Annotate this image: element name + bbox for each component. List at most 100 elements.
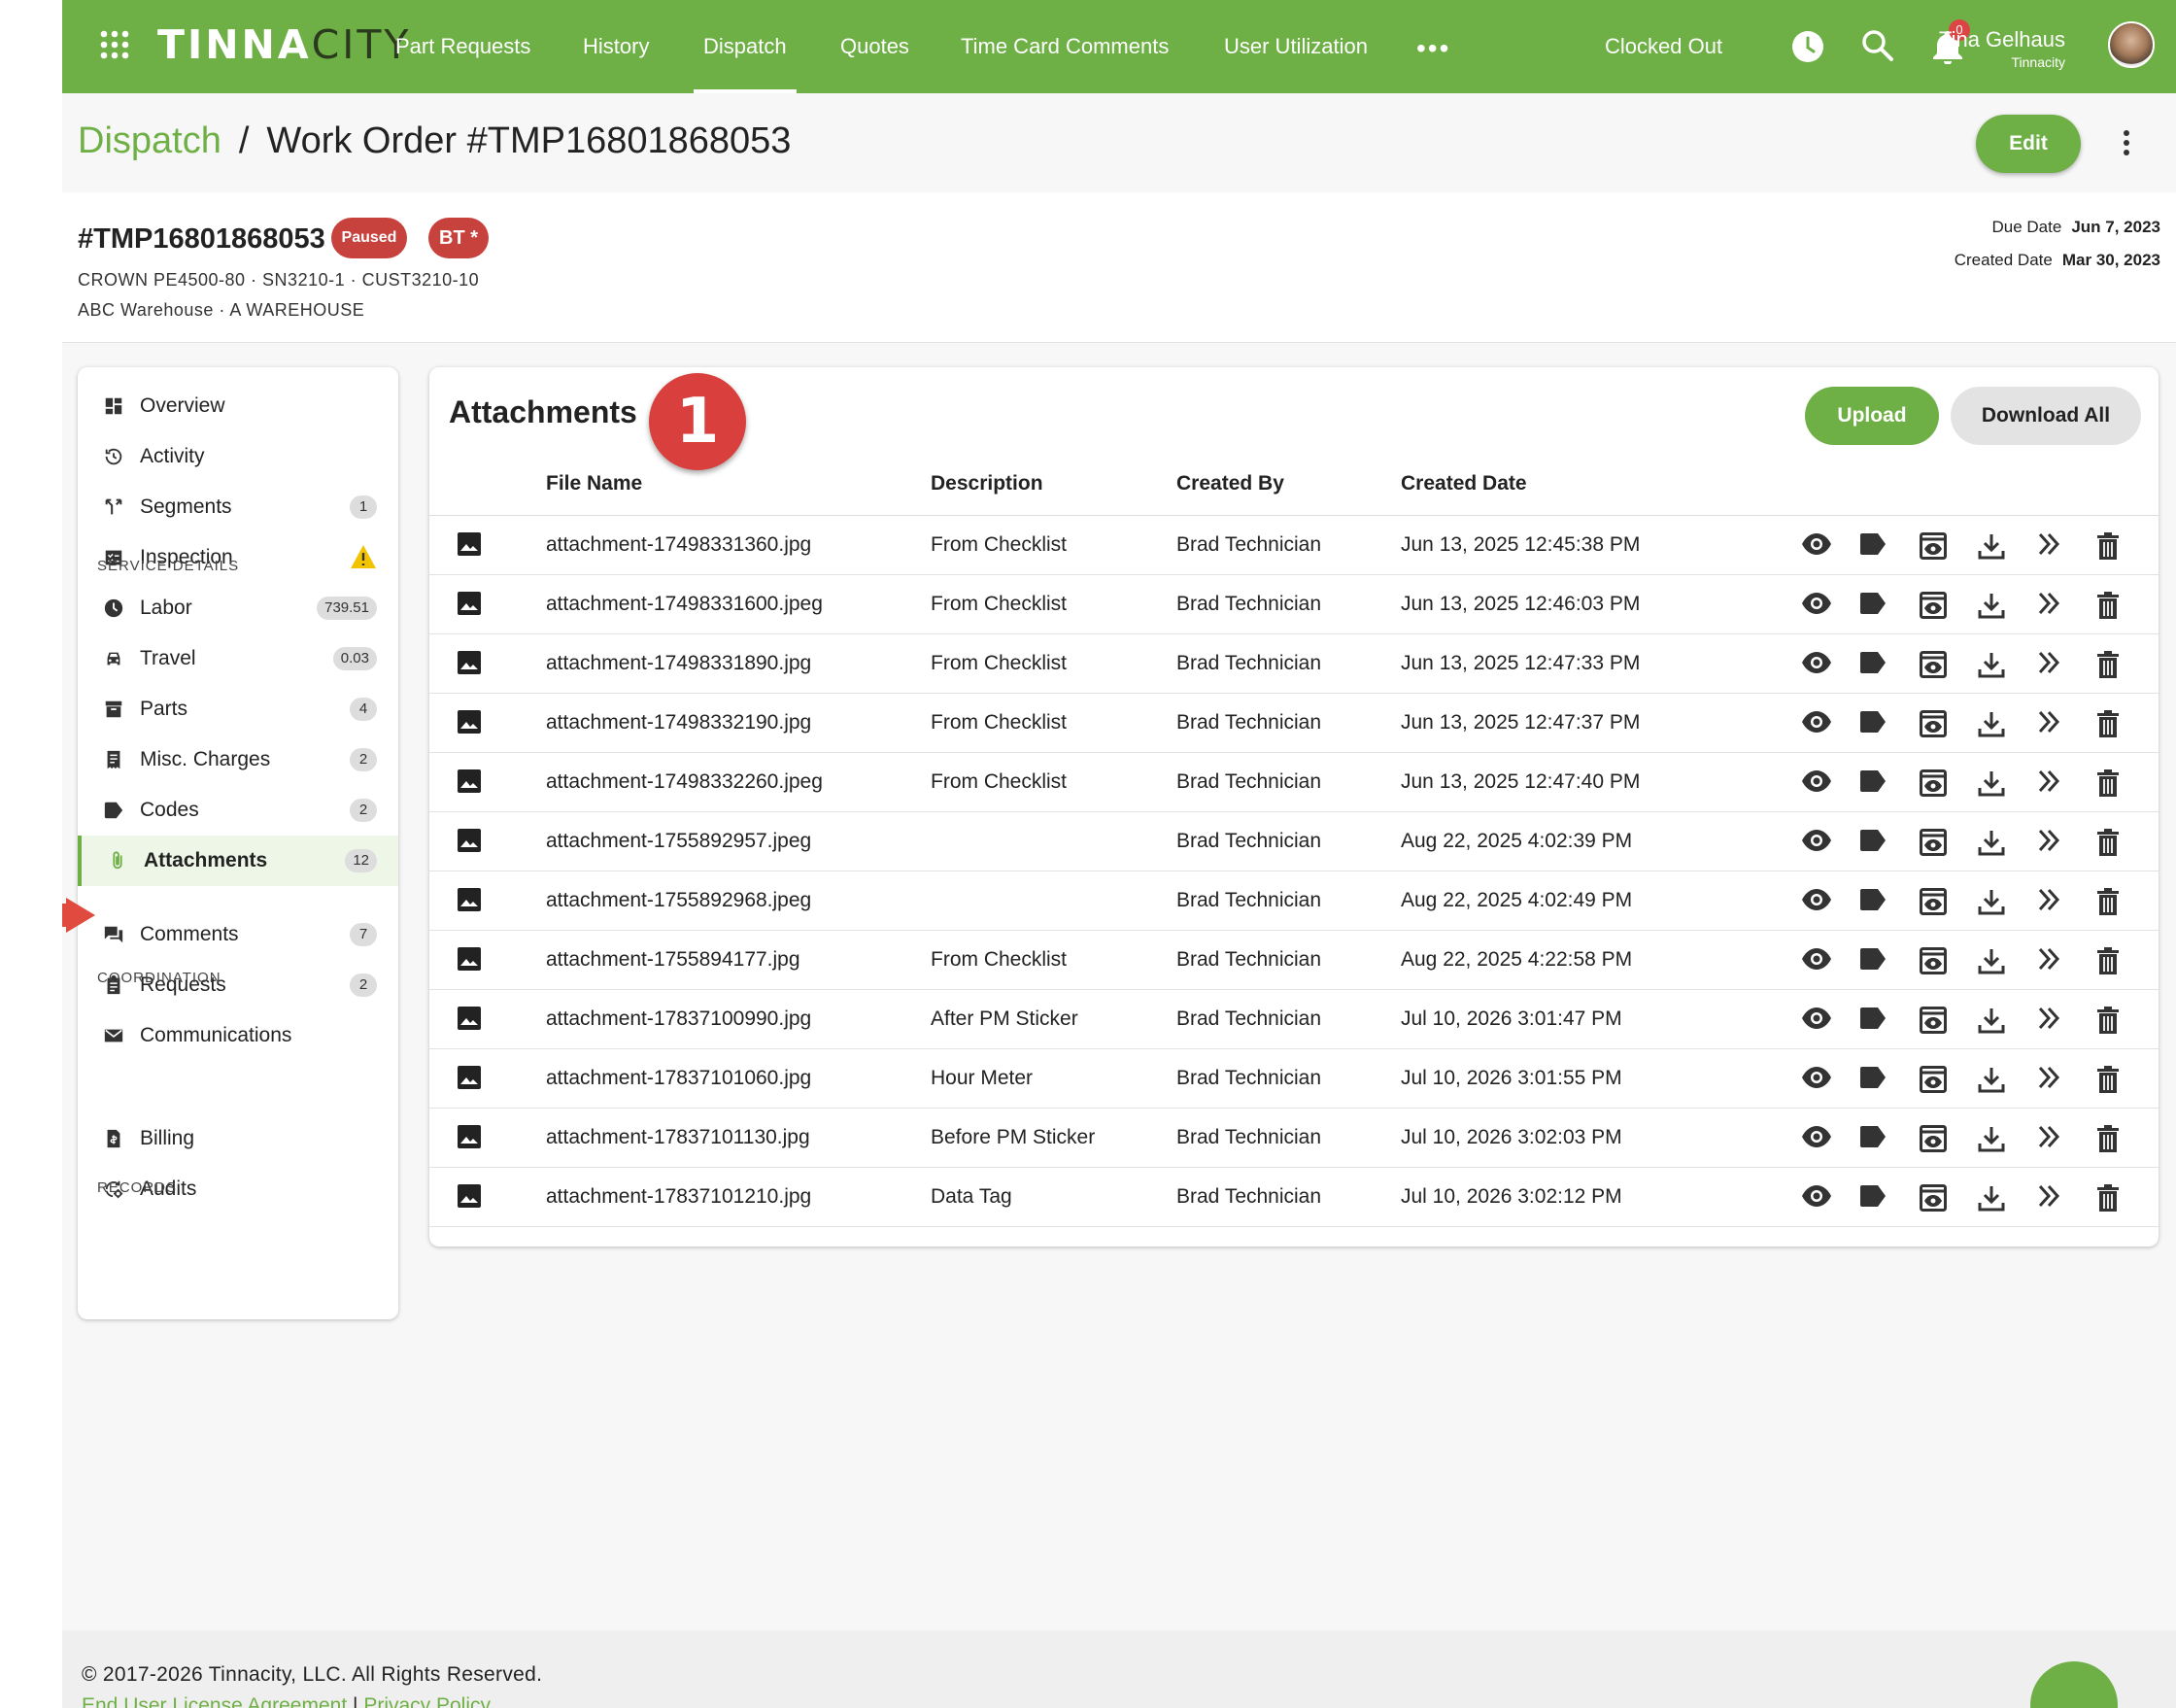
nav-dispatch[interactable]: Dispatch bbox=[694, 0, 797, 93]
trash-icon[interactable] bbox=[2096, 710, 2120, 737]
download-icon[interactable] bbox=[1978, 710, 2005, 737]
eye-icon[interactable] bbox=[1801, 769, 1832, 793]
trash-icon[interactable] bbox=[2096, 532, 2120, 560]
nav-quotes[interactable]: Quotes bbox=[840, 0, 909, 93]
tag-icon[interactable] bbox=[1859, 1066, 1887, 1089]
file-name-cell[interactable]: attachment-17837101210.jpg bbox=[546, 1185, 811, 1209]
double-chevron-icon[interactable] bbox=[2036, 1184, 2061, 1208]
double-chevron-icon[interactable] bbox=[2036, 947, 2061, 971]
trash-icon[interactable] bbox=[2096, 888, 2120, 915]
file-name-cell[interactable]: attachment-17498332260.jpeg bbox=[546, 770, 823, 794]
file-name-cell[interactable]: attachment-1755894177.jpg bbox=[546, 948, 800, 972]
eye-icon[interactable] bbox=[1801, 710, 1832, 734]
eye-icon[interactable] bbox=[1801, 1125, 1832, 1148]
table-row[interactable]: attachment-17498331360.jpg From Checklist… bbox=[429, 516, 2159, 575]
tag-icon[interactable] bbox=[1859, 651, 1887, 674]
eye-icon[interactable] bbox=[1801, 947, 1832, 971]
trash-icon[interactable] bbox=[2096, 829, 2120, 856]
table-row[interactable]: attachment-17498332260.jpeg From Checklis… bbox=[429, 753, 2159, 812]
file-name-cell[interactable]: attachment-17498331360.jpg bbox=[546, 533, 811, 557]
file-name-cell[interactable]: attachment-1755892968.jpeg bbox=[546, 889, 811, 912]
nav-time-card-comments[interactable]: Time Card Comments bbox=[961, 0, 1169, 93]
nav-user-utilization[interactable]: User Utilization bbox=[1224, 0, 1368, 93]
column-header-created-by[interactable]: Created By bbox=[1176, 472, 1284, 495]
eye-icon[interactable] bbox=[1801, 592, 1832, 615]
search-icon[interactable] bbox=[1861, 29, 1894, 62]
table-row[interactable]: attachment-17498332190.jpg From Checklist… bbox=[429, 694, 2159, 753]
preview-icon[interactable] bbox=[1920, 532, 1947, 560]
trash-icon[interactable] bbox=[2096, 769, 2120, 797]
app-grid-icon[interactable] bbox=[99, 29, 130, 60]
sidebar-item-attachments[interactable]: Attachments 12 bbox=[78, 836, 398, 886]
trash-icon[interactable] bbox=[2096, 1007, 2120, 1034]
download-icon[interactable] bbox=[1978, 829, 2005, 856]
download-icon[interactable] bbox=[1978, 1125, 2005, 1152]
download-icon[interactable] bbox=[1978, 769, 2005, 797]
file-name-cell[interactable]: attachment-17837100990.jpg bbox=[546, 1008, 811, 1031]
preview-icon[interactable] bbox=[1920, 769, 1947, 797]
privacy-policy-link[interactable]: Privacy Policy bbox=[363, 1694, 491, 1708]
preview-icon[interactable] bbox=[1920, 1007, 1947, 1034]
sidebar-item-communications[interactable]: Communications bbox=[78, 1010, 398, 1061]
column-header-file-name[interactable]: File Name bbox=[546, 472, 642, 495]
table-row[interactable]: attachment-17837101210.jpg Data Tag Brad T… bbox=[429, 1168, 2159, 1227]
trash-icon[interactable] bbox=[2096, 592, 2120, 619]
clock-status[interactable]: Clocked Out bbox=[1605, 0, 1722, 93]
download-icon[interactable] bbox=[1978, 1184, 2005, 1212]
download-icon[interactable] bbox=[1978, 651, 2005, 678]
tag-icon[interactable] bbox=[1859, 1125, 1887, 1148]
trash-icon[interactable] bbox=[2096, 651, 2120, 678]
download-icon[interactable] bbox=[1978, 947, 2005, 974]
preview-icon[interactable] bbox=[1920, 1184, 1947, 1212]
file-name-cell[interactable]: attachment-17837101130.jpg bbox=[546, 1126, 810, 1149]
double-chevron-icon[interactable] bbox=[2036, 592, 2061, 615]
double-chevron-icon[interactable] bbox=[2036, 829, 2061, 852]
sidebar-item-comments[interactable]: Comments 7 bbox=[78, 909, 398, 960]
eye-icon[interactable] bbox=[1801, 1184, 1832, 1208]
download-icon[interactable] bbox=[1978, 592, 2005, 619]
tag-icon[interactable] bbox=[1859, 769, 1887, 793]
tag-icon[interactable] bbox=[1859, 829, 1887, 852]
eye-icon[interactable] bbox=[1801, 532, 1832, 556]
nav-history[interactable]: History bbox=[583, 0, 649, 93]
eye-icon[interactable] bbox=[1801, 888, 1832, 911]
preview-icon[interactable] bbox=[1920, 947, 1947, 974]
sidebar-item-segments[interactable]: Segments 1 bbox=[78, 482, 398, 532]
upload-button[interactable]: Upload bbox=[1805, 387, 1939, 445]
file-name-cell[interactable]: attachment-1755892957.jpeg bbox=[546, 830, 811, 853]
file-name-cell[interactable]: attachment-17498331890.jpg bbox=[546, 652, 811, 675]
preview-icon[interactable] bbox=[1920, 829, 1947, 856]
sidebar-item-overview[interactable]: Overview bbox=[78, 381, 398, 431]
preview-icon[interactable] bbox=[1920, 651, 1947, 678]
eye-icon[interactable] bbox=[1801, 651, 1832, 674]
avatar[interactable] bbox=[2108, 21, 2155, 68]
trash-icon[interactable] bbox=[2096, 947, 2120, 974]
sidebar-item-parts[interactable]: Parts 4 bbox=[78, 684, 398, 734]
download-icon[interactable] bbox=[1978, 1066, 2005, 1093]
tag-icon[interactable] bbox=[1859, 888, 1887, 911]
preview-icon[interactable] bbox=[1920, 592, 1947, 619]
double-chevron-icon[interactable] bbox=[2036, 1007, 2061, 1030]
more-nav-button[interactable]: ••• bbox=[1416, 33, 1450, 64]
sidebar-item-billing[interactable]: Billing bbox=[78, 1113, 398, 1164]
tag-icon[interactable] bbox=[1859, 947, 1887, 971]
download-icon[interactable] bbox=[1978, 532, 2005, 560]
table-row[interactable]: attachment-17837101060.jpg Hour Meter Brad… bbox=[429, 1049, 2159, 1109]
more-options-icon[interactable] bbox=[2122, 128, 2131, 157]
double-chevron-icon[interactable] bbox=[2036, 888, 2061, 911]
double-chevron-icon[interactable] bbox=[2036, 532, 2061, 556]
table-row[interactable]: attachment-1755892968.jpeg Brad Technicia… bbox=[429, 871, 2159, 931]
sidebar-item-travel[interactable]: Travel 0.03 bbox=[78, 633, 398, 684]
clock-icon[interactable] bbox=[1791, 30, 1824, 63]
double-chevron-icon[interactable] bbox=[2036, 1125, 2061, 1148]
double-chevron-icon[interactable] bbox=[2036, 651, 2061, 674]
sidebar-item-labor[interactable]: Labor 739.51 bbox=[78, 583, 398, 633]
preview-icon[interactable] bbox=[1920, 1066, 1947, 1093]
tinnacity-logo[interactable]: TINNACITY bbox=[157, 21, 411, 68]
double-chevron-icon[interactable] bbox=[2036, 710, 2061, 734]
column-header-description[interactable]: Description bbox=[931, 472, 1043, 495]
edit-button[interactable]: Edit bbox=[1976, 115, 2081, 173]
eye-icon[interactable] bbox=[1801, 1007, 1832, 1030]
download-icon[interactable] bbox=[1978, 888, 2005, 915]
table-row[interactable]: attachment-17837100990.jpg After PM Stick… bbox=[429, 990, 2159, 1049]
